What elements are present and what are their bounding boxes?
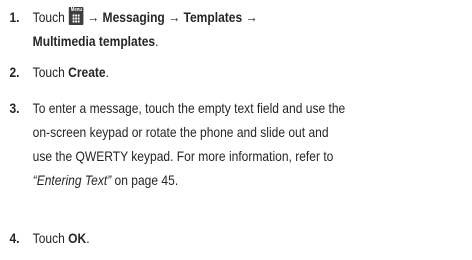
menu-key-icon: Menu <box>69 7 84 25</box>
step-line: Touch OK. <box>33 226 435 250</box>
step-line: on-screen keypad or rotate the phone and… <box>32 124 329 140</box>
step-body: To enter a message, touch the empty text… <box>33 96 435 192</box>
step-body: Touch Menu → Messaging → Templates → Multi… <box>33 5 435 53</box>
step-number: 3. <box>9 100 20 116</box>
button-name: OK <box>68 230 87 246</box>
menu-path-item: Messaging <box>102 9 165 25</box>
step-line: “Entering Text” on page 45. <box>33 168 435 192</box>
step-line: use the QWERTY keypad. For more informat… <box>32 148 334 164</box>
button-name: Create <box>68 64 106 80</box>
step-text: Touch <box>32 64 69 80</box>
step-line: Touch Create. <box>33 60 435 84</box>
instruction-page: 1. Touch Menu → Messaging → Templates → Mu… <box>0 0 472 260</box>
step-line: Multimedia templates. <box>33 29 435 53</box>
step-text: Touch <box>32 230 69 246</box>
step-number: 4. <box>9 230 20 246</box>
menu-path-item: Templates <box>183 9 243 25</box>
menu-grid-icon <box>72 14 81 23</box>
step-number: 2. <box>9 64 20 80</box>
step-body: Touch Create. <box>33 60 435 84</box>
menu-key-label: Menu <box>70 7 83 13</box>
step-number: 1. <box>9 9 20 25</box>
arrow-icon: → <box>245 9 258 25</box>
menu-path-item: Multimedia templates <box>32 33 156 49</box>
arrow-icon: → <box>168 9 181 25</box>
arrow-icon: → <box>87 9 100 25</box>
step-line: Touch Menu → Messaging → Templates → <box>32 7 258 25</box>
step-end: . <box>86 230 90 246</box>
step-body: Touch OK. <box>33 226 435 250</box>
step-line: To enter a message, touch the empty text… <box>32 100 346 116</box>
cross-reference-link[interactable]: “Entering Text” <box>33 172 112 188</box>
step-end: . <box>155 33 159 49</box>
page-reference: on page 45. <box>111 172 179 188</box>
step-end: . <box>105 64 109 80</box>
